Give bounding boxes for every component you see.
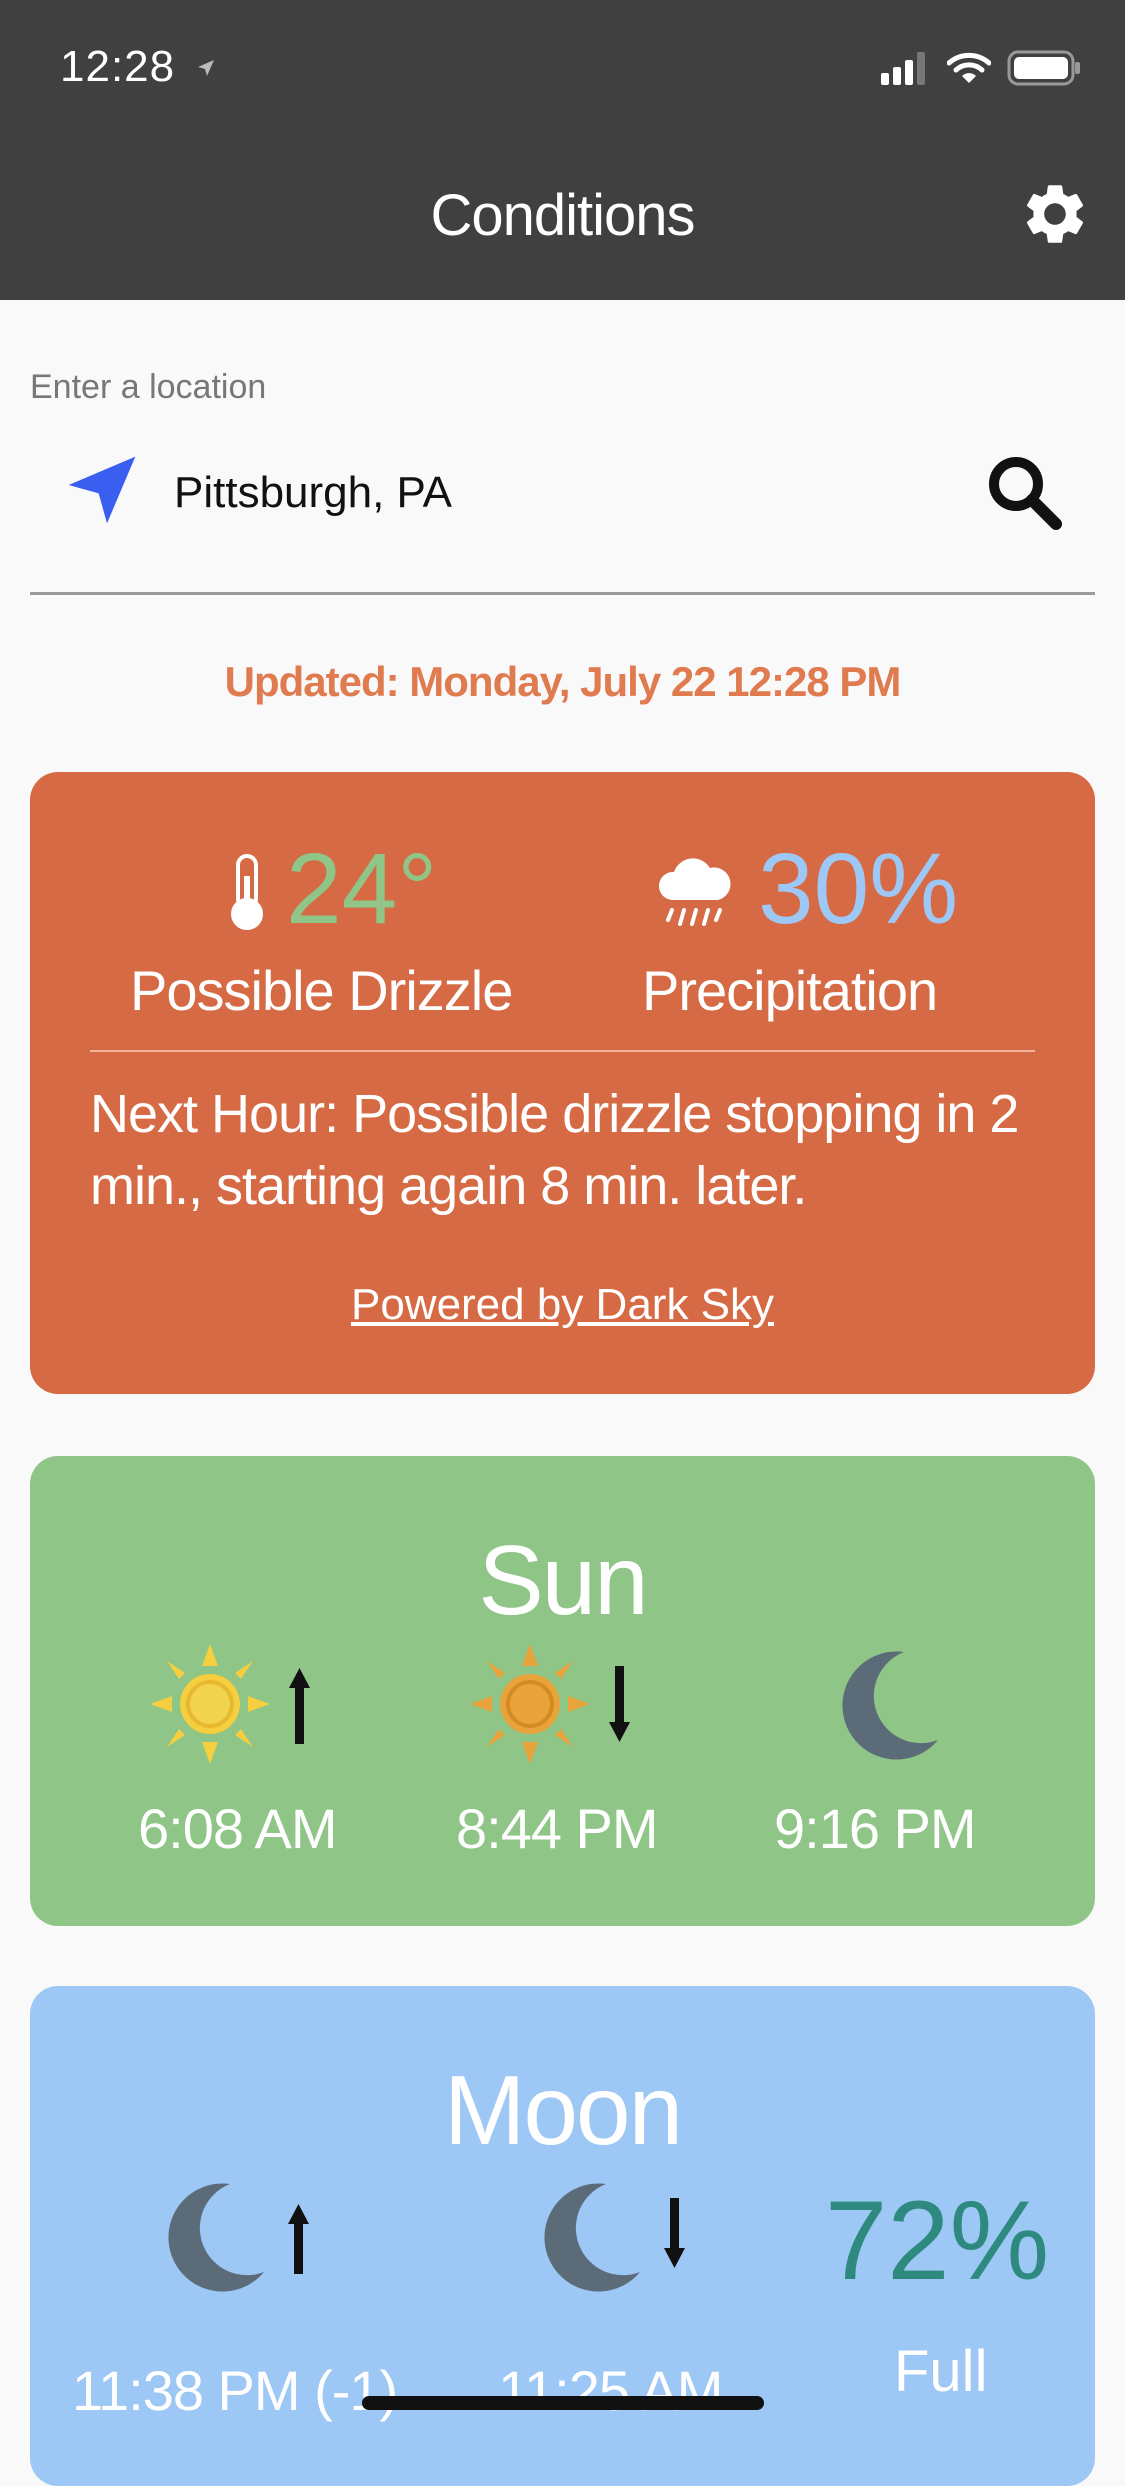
sunrise-time: 6:08 AM: [138, 1797, 337, 1860]
moon-phase-label: Full: [894, 2339, 988, 2404]
next-hour-forecast: Next Hour: Possible drizzle stopping in …: [90, 1084, 1019, 1216]
rain-cloud-icon: [654, 858, 734, 935]
home-indicator[interactable]: [362, 2396, 764, 2410]
moon-title: Moon: [443, 2055, 683, 2165]
conditions-divider: [90, 1050, 1035, 1052]
temperature-value: 24°: [286, 833, 438, 945]
location-divider: [30, 592, 1095, 595]
twilight-time: 9:16 PM: [774, 1797, 977, 1860]
sunset-icon: [470, 1644, 650, 1769]
moon-illumination: 72%: [825, 2178, 1050, 2303]
sunset-time: 8:44 PM: [456, 1797, 659, 1860]
moonset-time: 11:25 AM: [498, 2359, 723, 2422]
location-input[interactable]: Pittsburgh, PA: [174, 468, 452, 518]
moonrise-icon: [152, 2176, 332, 2301]
thermometer-icon: [226, 852, 268, 937]
location-label: Enter a location: [30, 368, 267, 406]
moonrise-time: 11:38 PM (-1): [72, 2359, 398, 2422]
header: 12:28 Conditions: [0, 0, 1125, 300]
moonset-icon: [528, 2176, 708, 2301]
location-services-icon: [196, 58, 216, 83]
status-time: 12:28: [60, 42, 176, 91]
search-icon[interactable]: [984, 452, 1064, 537]
condition-summary: Possible Drizzle: [130, 959, 513, 1022]
conditions-card: 24° 30% Possible Drizzle Precipitation N…: [30, 772, 1095, 1394]
sunrise-icon: [150, 1644, 330, 1769]
sun-title: Sun: [478, 1525, 648, 1635]
sun-card: Sun 6:08 AM 8:44 PM 9:16 PM: [30, 1456, 1095, 1926]
precipitation-label: Precipitation: [642, 959, 938, 1022]
battery-icon: [1007, 50, 1080, 86]
precipitation-value: 30%: [758, 833, 959, 945]
wifi-icon: [947, 52, 991, 83]
twilight-moon-icon: [826, 1644, 946, 1769]
signal-icon: [881, 52, 925, 85]
powered-by-link[interactable]: Powered by Dark Sky: [30, 1280, 1095, 1330]
page-title: Conditions: [430, 183, 695, 248]
current-location-icon[interactable]: [62, 450, 142, 535]
settings-gear-icon[interactable]: [1019, 178, 1091, 255]
updated-timestamp: Updated: Monday, July 22 12:28 PM: [224, 658, 902, 705]
moon-card: Moon 11:38 PM (-1) 11:25 AM 72% Full: [30, 1986, 1095, 2486]
status-indicators: [881, 50, 1081, 86]
